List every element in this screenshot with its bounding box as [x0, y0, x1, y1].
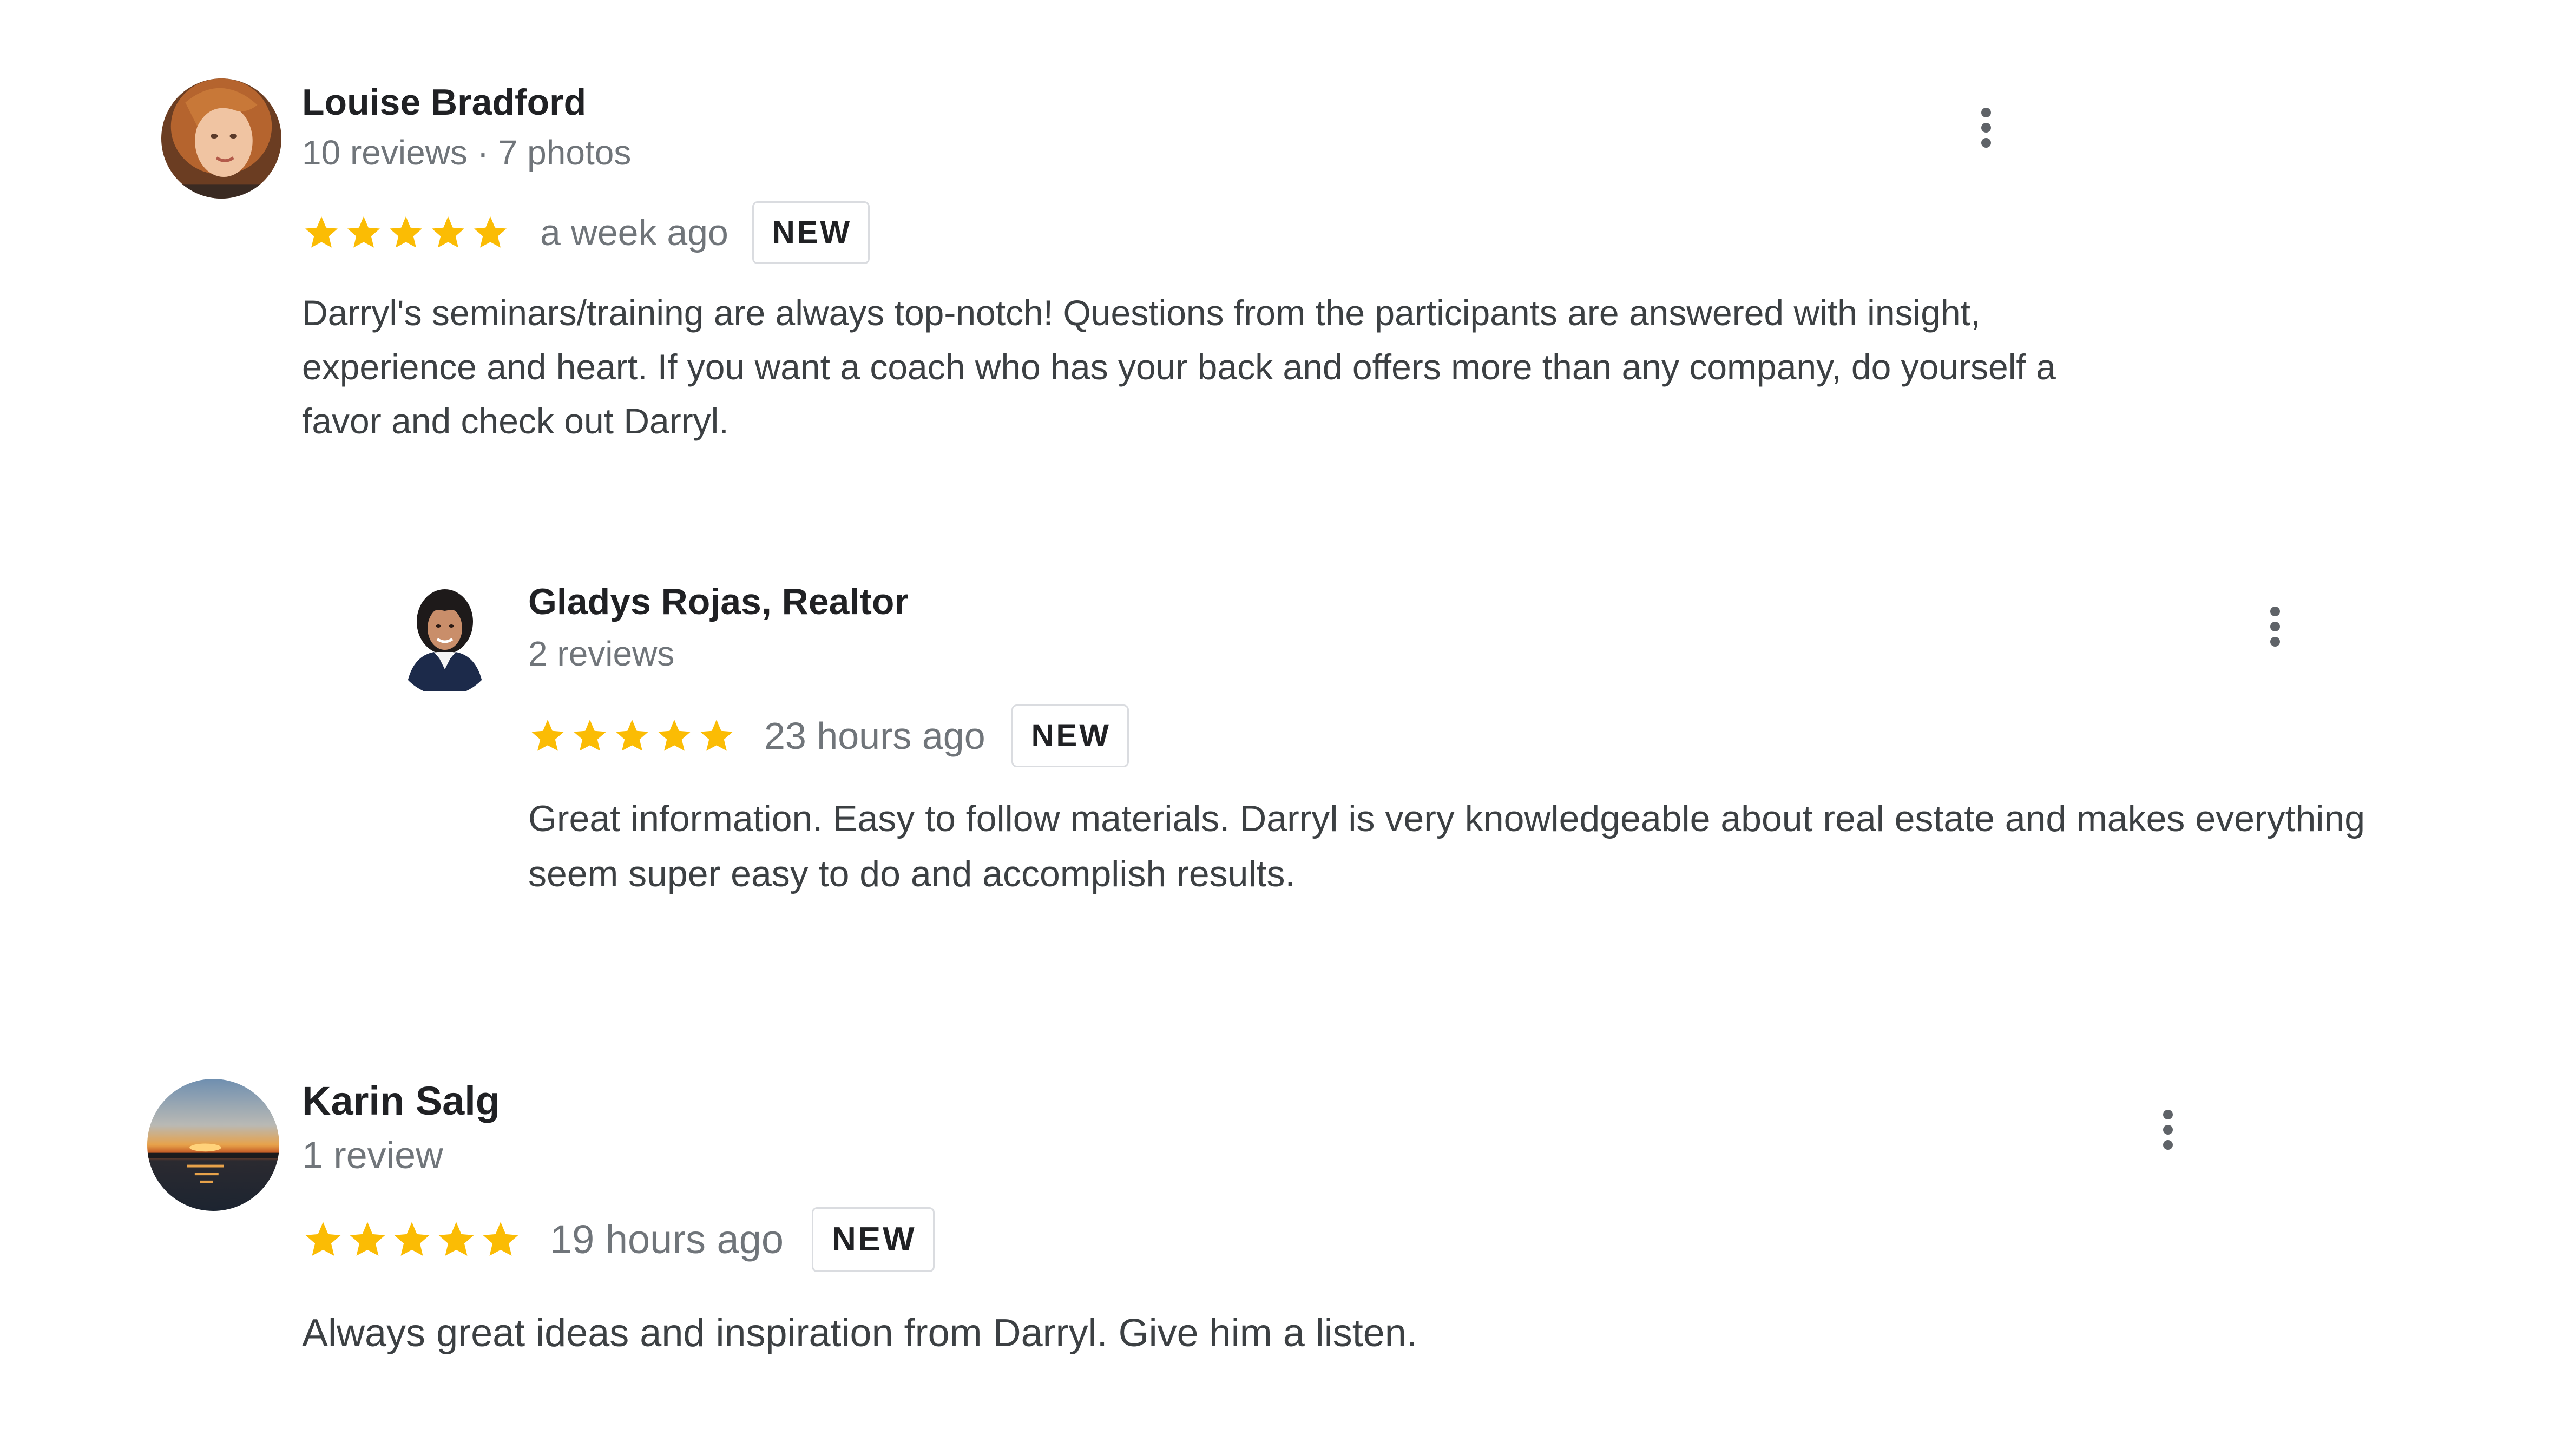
more-options-button[interactable] — [1970, 95, 2002, 160]
star-icon — [616, 720, 648, 751]
more-vert-icon — [2163, 1110, 2173, 1119]
star-icon — [531, 720, 564, 751]
star-icon — [574, 720, 606, 751]
menu-dot — [2270, 637, 2280, 647]
star-icon — [700, 720, 733, 751]
rating-row: a week ago NEW — [302, 200, 870, 265]
star-rating — [302, 213, 518, 252]
reviewer-avatar[interactable] — [391, 578, 499, 696]
reviewer-avatar[interactable] — [147, 1079, 279, 1211]
star-icon — [347, 216, 380, 248]
more-vert-icon — [1981, 108, 1991, 117]
new-badge: NEW — [812, 1207, 935, 1272]
menu-dot — [2163, 1140, 2173, 1150]
star-icon — [305, 216, 338, 248]
review-time: 23 hours ago — [764, 715, 985, 757]
star-icon — [438, 1222, 474, 1256]
review-time: 19 hours ago — [550, 1217, 784, 1262]
reviewer-name[interactable]: Gladys Rojas, Realtor — [528, 583, 909, 620]
menu-dot — [2270, 622, 2280, 631]
reviewer-stats[interactable]: 1 review — [302, 1136, 443, 1174]
reviewer-stats[interactable]: 10 reviews · 7 photos — [302, 135, 631, 170]
menu-dot — [1981, 123, 1991, 133]
review-text: Always great ideas and inspiration from … — [302, 1312, 1417, 1355]
star-rating — [302, 1219, 524, 1261]
star-icon — [390, 216, 422, 248]
star-icon — [394, 1222, 430, 1256]
more-vert-icon — [2270, 607, 2280, 616]
star-icon — [658, 720, 691, 751]
star-icon — [350, 1222, 385, 1256]
menu-dot — [1981, 138, 1991, 148]
star-rating — [528, 716, 745, 755]
star-icon — [483, 1222, 518, 1256]
reviewer-avatar[interactable] — [161, 78, 281, 199]
menu-dot — [2163, 1125, 2173, 1135]
review-text: Darryl's seminars/training are always to… — [302, 293, 2056, 441]
star-icon — [432, 216, 464, 248]
new-badge: NEW — [1011, 704, 1129, 767]
reviewer-name[interactable]: Karin Salg — [302, 1081, 500, 1121]
reviewer-name[interactable]: Louise Bradford — [302, 84, 586, 121]
user-avatar-photo-icon — [391, 583, 499, 691]
more-options-button[interactable] — [2259, 594, 2291, 659]
star-icon — [305, 1222, 341, 1256]
star-icon — [474, 216, 507, 248]
sunset-avatar-photo-icon — [147, 1079, 279, 1211]
rating-row: 19 hours ago NEW — [302, 1204, 935, 1275]
rating-row: 23 hours ago NEW — [528, 702, 1129, 769]
review-text: Great information. Easy to follow materi… — [528, 798, 2365, 894]
more-options-button[interactable] — [2152, 1097, 2184, 1162]
review-time: a week ago — [540, 212, 728, 253]
new-badge: NEW — [752, 201, 870, 264]
reviewer-stats[interactable]: 2 reviews — [528, 636, 674, 671]
user-avatar-photo-icon — [161, 78, 281, 199]
